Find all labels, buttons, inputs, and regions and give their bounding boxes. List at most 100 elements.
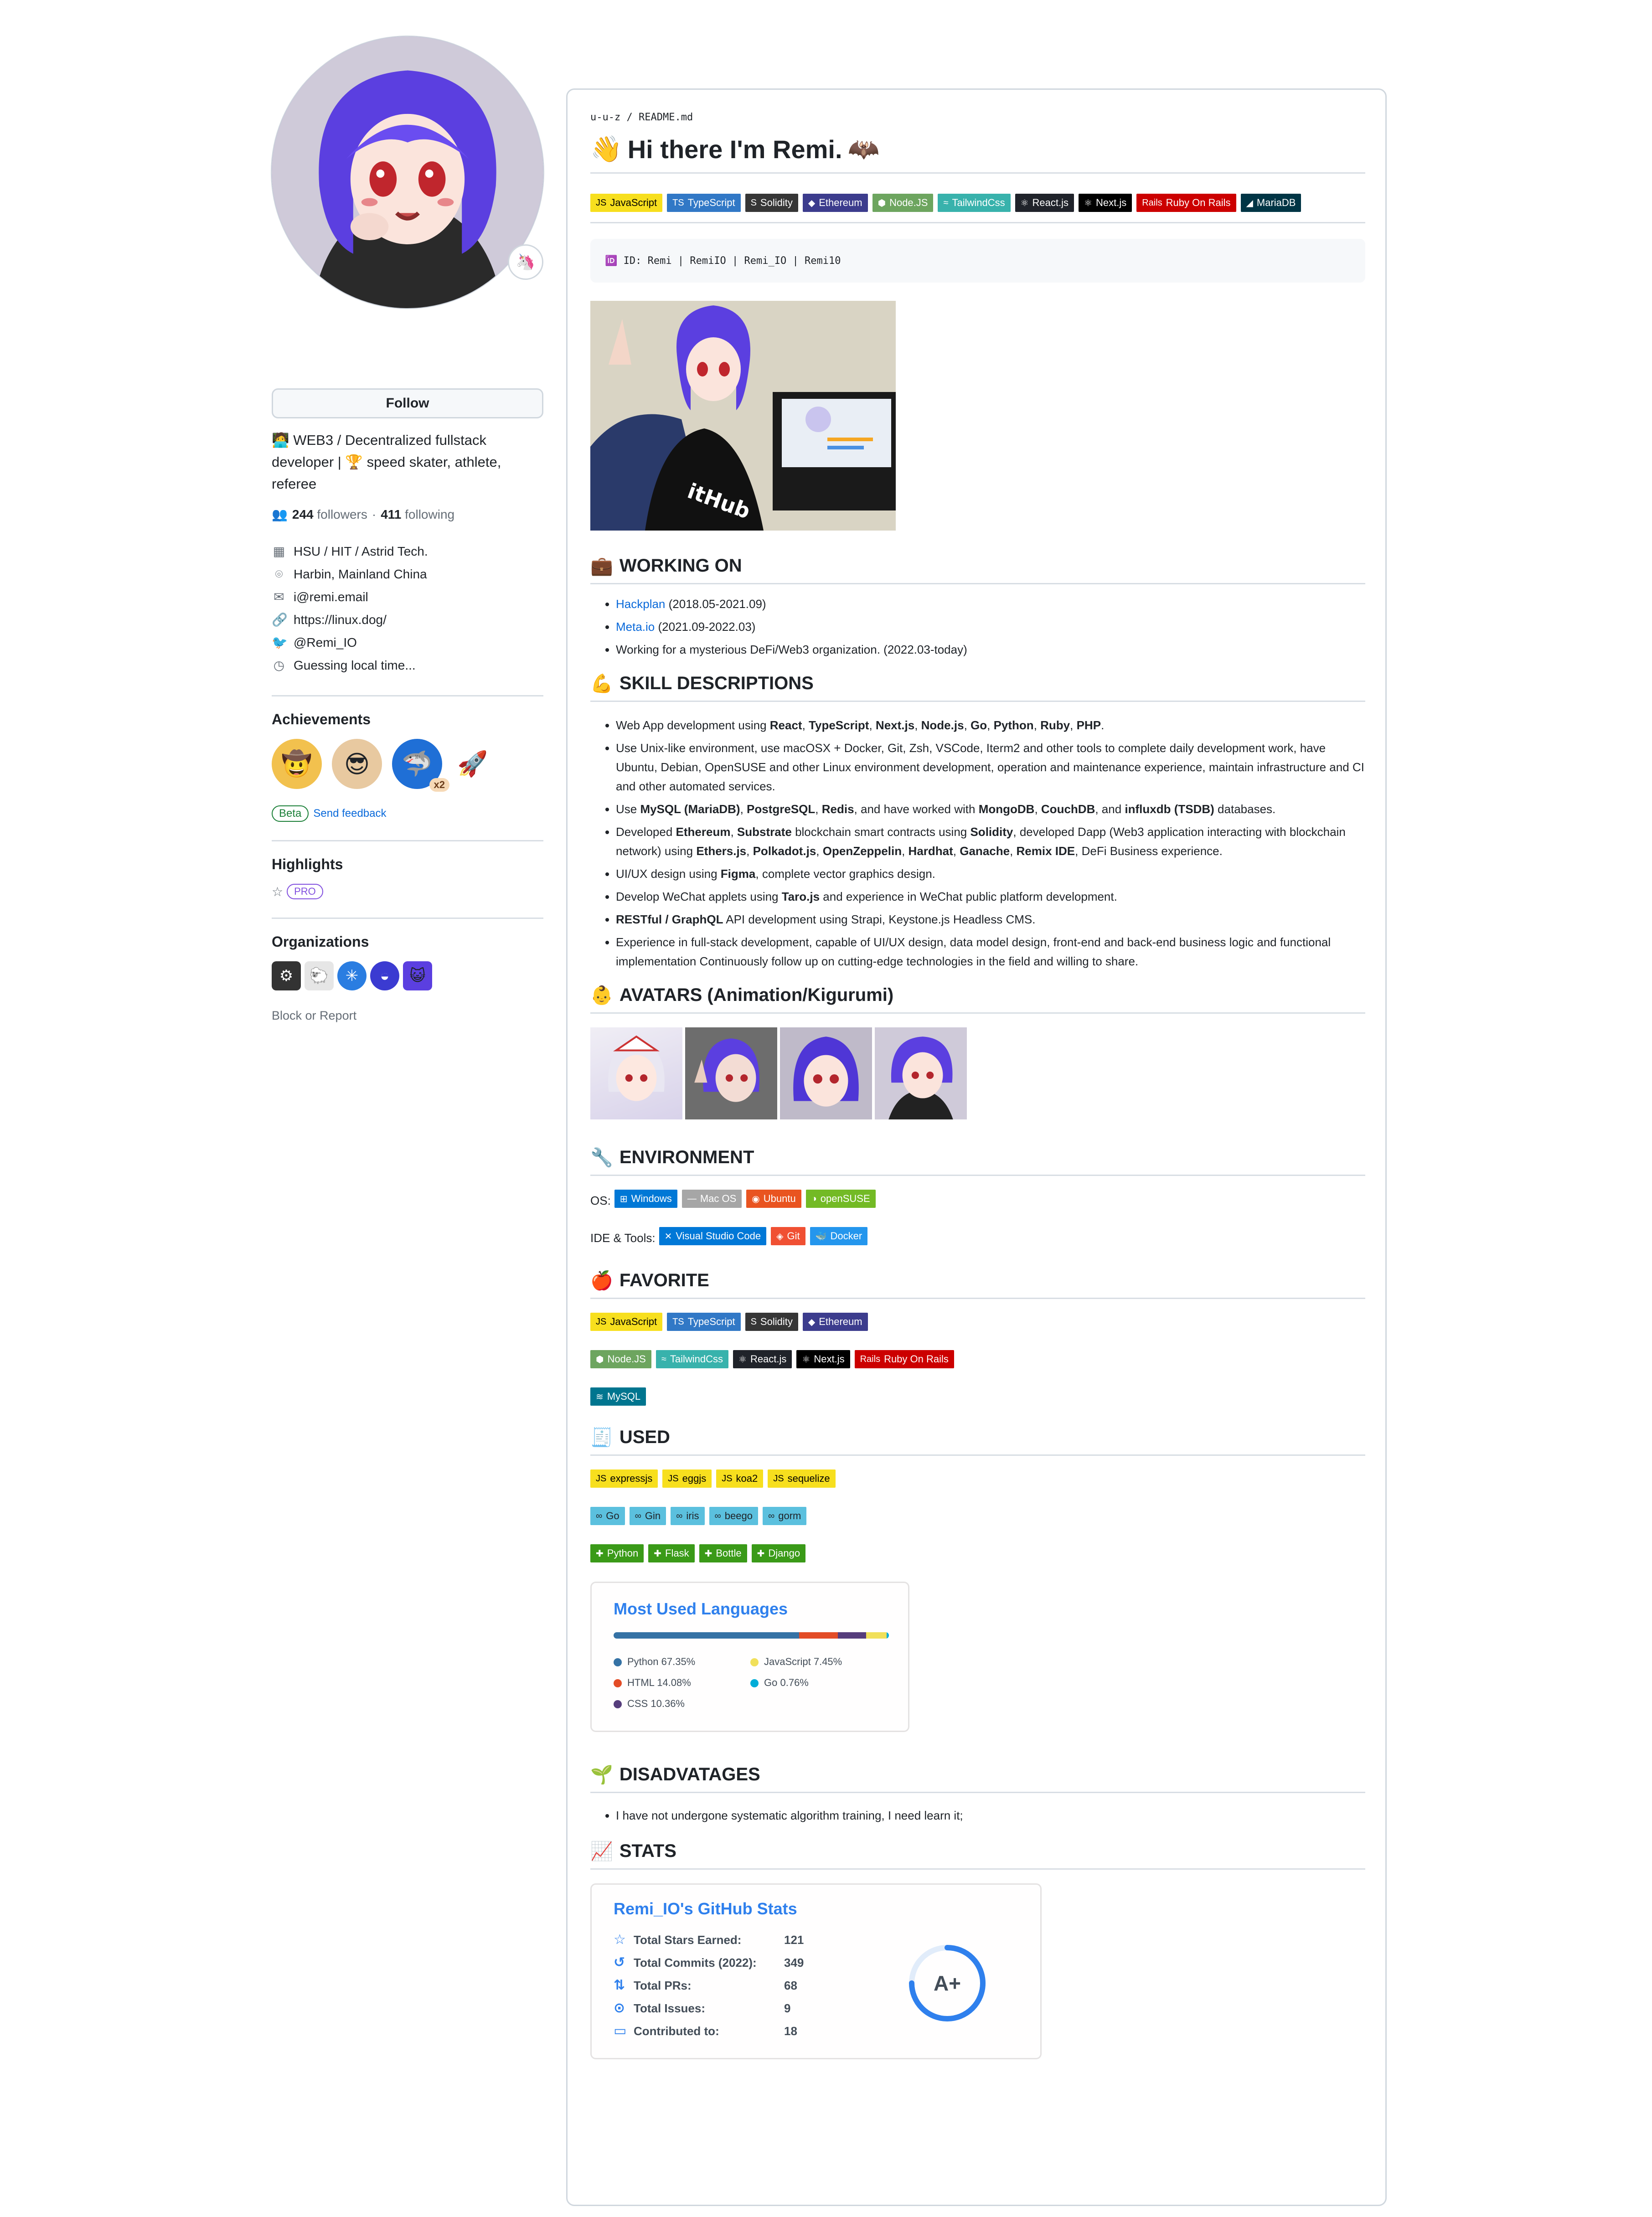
achievement-shark-badge[interactable]: 🦈 x2	[392, 739, 449, 792]
gin-badge[interactable]: ∞ Gin	[629, 1507, 666, 1525]
next-js-logo-icon: ⚛	[802, 1354, 811, 1365]
block-or-report-link[interactable]: Block or Report	[272, 1009, 543, 1023]
org-avatar-character[interactable]: 🐑	[305, 961, 334, 990]
org-avatar-blue[interactable]: ✳	[337, 961, 367, 990]
avatars-heading: 👶 AVATARS (Animation/Kigurumi)	[590, 985, 1365, 1014]
go-badge[interactable]: ∞ Go	[590, 1507, 625, 1525]
badge-label: Bottle	[716, 1547, 742, 1559]
gorm-badge[interactable]: ∞ gorm	[762, 1507, 807, 1525]
ethereum-badge[interactable]: ◆ Ethereum	[802, 194, 868, 212]
badge-label: beego	[724, 1510, 753, 1521]
ethereum-badge[interactable]: ◆ Ethereum	[802, 1313, 868, 1331]
followers-link[interactable]: 244 followers	[292, 507, 367, 522]
profile-detail-row[interactable]: 🔗 https://linux.dog/	[272, 608, 543, 631]
badge-label: Next.js	[1095, 197, 1127, 208]
ethereum-logo-icon: ◆	[808, 1317, 816, 1327]
badge-label: Next.js	[814, 1353, 845, 1365]
bottle-badge[interactable]: ✚ Bottle	[699, 1544, 747, 1562]
issue-icon: ⊙	[614, 2000, 625, 2016]
org-avatar-planet[interactable]: ◒	[370, 961, 399, 990]
seedling-icon: 🌱	[590, 1765, 613, 1785]
profile-detail-row[interactable]: ✉ i@remi.email	[272, 586, 543, 608]
ubuntu-badge[interactable]: ◉ Ubuntu	[746, 1190, 801, 1208]
html-bar-segment	[799, 1632, 838, 1639]
tailwindcss-badge[interactable]: ≈ TailwindCss	[938, 194, 1011, 212]
avatar-thumb-anime[interactable]	[590, 1027, 682, 1119]
react-js-badge[interactable]: ⚛ React.js	[1015, 194, 1074, 212]
javascript-badge[interactable]: JS JavaScript	[590, 1313, 663, 1331]
mariadb-badge[interactable]: ◢ MariaDB	[1240, 194, 1301, 212]
avatar-thumb-kigurumi-1[interactable]	[685, 1027, 777, 1119]
solidity-badge[interactable]: S Solidity	[745, 194, 798, 212]
avatar-thumb-kigurumi-2[interactable]	[780, 1027, 872, 1119]
badge-label: TypeScript	[687, 197, 735, 208]
following-link[interactable]: 411 following	[381, 507, 454, 522]
django-badge[interactable]: ✚ Django	[751, 1544, 806, 1562]
org-avatar-gear[interactable]: ⚙	[272, 961, 301, 990]
achievements-beta-row: Beta Send feedback	[272, 805, 543, 822]
node-js-badge[interactable]: ⬢ Node.JS	[872, 194, 934, 212]
ide-row: IDE & Tools: ✕ Visual Studio Code ◈ Git 🐳 Doc…	[590, 1227, 1365, 1245]
koa2-badge[interactable]: JS koa2	[716, 1469, 764, 1488]
opensuse-badge[interactable]: ◑ openSUSE	[805, 1190, 876, 1208]
repo-icon: ▭	[614, 2023, 627, 2038]
visual-studio-code-badge[interactable]: ✕ Visual Studio Code	[659, 1227, 767, 1245]
next-js-badge[interactable]: ⚛ Next.js	[1079, 194, 1132, 212]
typescript-logo-icon: TS	[672, 1316, 684, 1327]
send-feedback-link[interactable]: Send feedback	[313, 807, 386, 820]
meta-io-link[interactable]: Meta.io	[616, 620, 655, 634]
tailwindcss-badge[interactable]: ≈ TailwindCss	[656, 1350, 728, 1368]
legend-dot	[750, 1658, 759, 1667]
javascript-badge[interactable]: JS JavaScript	[590, 194, 663, 212]
avatar-thumb-kigurumi-3[interactable]	[875, 1027, 967, 1119]
path-user-link[interactable]: u-u-z	[590, 112, 620, 123]
hackplan-link[interactable]: Hackplan	[616, 597, 665, 611]
beta-label: Beta	[272, 805, 309, 822]
typescript-badge[interactable]: TS TypeScript	[667, 1313, 741, 1331]
ruby-on-rails-badge[interactable]: Rails Ruby On Rails	[1136, 194, 1236, 212]
expressjs-badge[interactable]: JS expressjs	[590, 1469, 658, 1488]
git-badge[interactable]: ◈ Git	[771, 1227, 805, 1245]
github-stats-card[interactable]: Remi_IO's GitHub Stats ☆ Total Stars Earn…	[590, 1883, 1042, 2059]
beego-badge[interactable]: ∞ beego	[709, 1507, 758, 1525]
badge-label: gorm	[778, 1510, 801, 1521]
profile-detail-text: HSU / HIT / Astrid Tech.	[294, 544, 428, 558]
ruby-on-rails-badge[interactable]: Rails Ruby On Rails	[854, 1350, 954, 1368]
achievement-pull-shark-badge[interactable]: 🤠	[272, 739, 322, 789]
eggjs-badge[interactable]: JS eggjs	[662, 1469, 712, 1488]
typescript-badge[interactable]: TS TypeScript	[667, 194, 741, 212]
working-on-text: (2021.09-2022.03)	[655, 620, 756, 634]
skill-item: RESTful / GraphQL API development using …	[616, 910, 1365, 929]
legend-dot	[614, 1658, 622, 1667]
bat-icon: 🦇	[847, 134, 880, 163]
next-js-badge[interactable]: ⚛ Next.js	[796, 1350, 850, 1368]
stat-row: ⊙ Total Issues: 9	[614, 1997, 804, 2020]
python-badge[interactable]: ✚ Python	[590, 1544, 644, 1562]
most-used-languages-card[interactable]: Most Used Languages Python 67.35% JavaScr…	[590, 1582, 909, 1732]
achievement-arctic-badge[interactable]: 🚀	[452, 743, 493, 784]
flask-badge[interactable]: ✚ Flask	[648, 1544, 695, 1562]
org-avatar-remi[interactable]: 😺	[403, 961, 432, 990]
receipt-icon: 🧾	[590, 1428, 613, 1448]
react-js-badge[interactable]: ⚛ React.js	[733, 1350, 792, 1368]
status-emoji-icon[interactable]: 🦄	[508, 244, 543, 280]
sequelize-badge[interactable]: JS sequelize	[768, 1469, 836, 1488]
profile-photo[interactable]: itHub	[590, 301, 896, 531]
badge-label: Solidity	[760, 197, 793, 208]
mac-os-badge[interactable]: — Mac OS	[681, 1190, 742, 1208]
clock-icon: ◷	[273, 658, 285, 672]
follow-stats: 👥 244 followers · 411 following	[272, 507, 543, 522]
profile-detail-row[interactable]: 🐦 @Remi_IO	[272, 631, 543, 654]
badge-label: TypeScript	[687, 1316, 735, 1327]
mysql-badge[interactable]: ≋ MySQL	[590, 1387, 646, 1406]
iris-badge[interactable]: ∞ iris	[671, 1507, 705, 1525]
node-js-badge[interactable]: ⬢ Node.JS	[590, 1350, 651, 1368]
achievement-quickdraw-badge[interactable]: 😎	[332, 739, 382, 789]
stat-value: 68	[784, 1979, 797, 1992]
windows-badge[interactable]: ⊞ Windows	[614, 1190, 677, 1208]
docker-badge[interactable]: 🐳 Docker	[810, 1227, 868, 1245]
follow-button[interactable]: Follow	[272, 388, 543, 418]
avatar[interactable]	[272, 36, 543, 308]
solidity-badge[interactable]: S Solidity	[745, 1313, 798, 1331]
path-file-link[interactable]: README.md	[639, 112, 693, 123]
